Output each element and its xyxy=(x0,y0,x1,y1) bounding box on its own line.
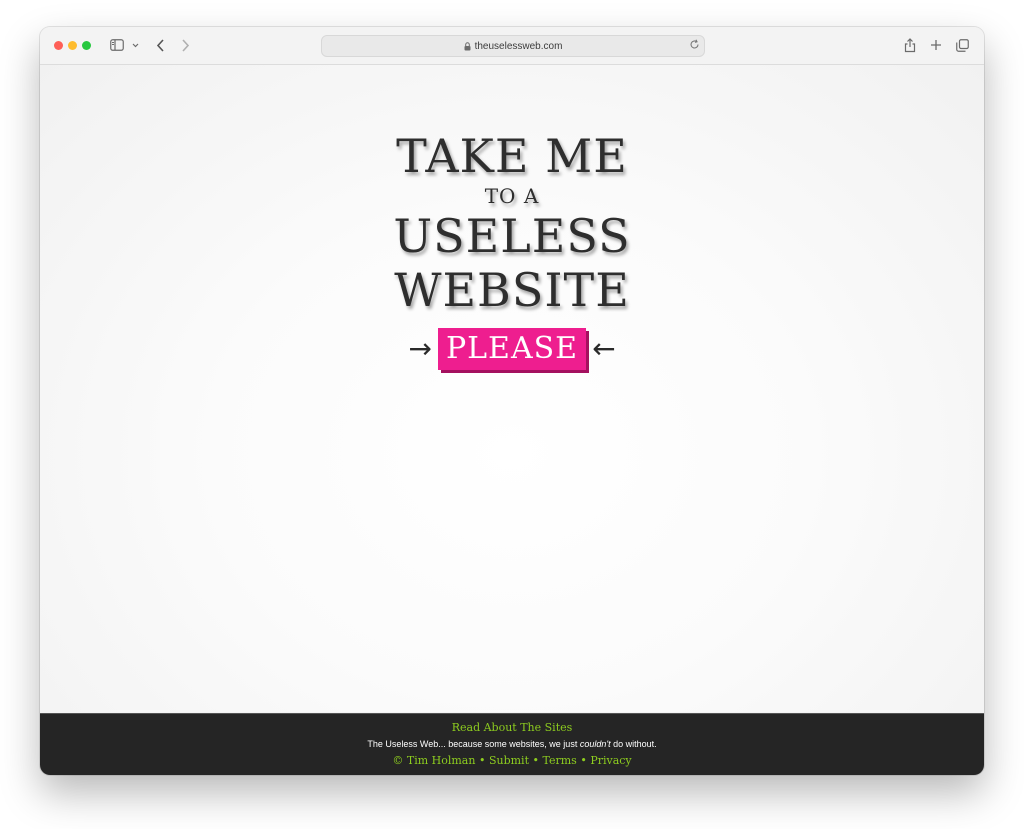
tagline-emphasis: couldn't xyxy=(579,739,611,749)
minimize-window-button[interactable] xyxy=(68,41,77,50)
address-bar-url: theuselessweb.com xyxy=(474,40,563,52)
hero-line-to-a: TO A xyxy=(484,184,540,208)
read-about-sites-link[interactable]: Read About The Sites xyxy=(40,721,984,734)
submit-link[interactable]: Submit xyxy=(489,754,529,767)
page-content: TAKE ME TO A USELESS WEBSITE → PLEASE ← xyxy=(40,65,984,712)
right-arrow-icon: → xyxy=(408,332,432,365)
terms-link[interactable]: Terms xyxy=(542,754,576,767)
lock-icon xyxy=(464,41,471,51)
tab-overview-icon[interactable] xyxy=(956,36,969,54)
close-window-button[interactable] xyxy=(54,41,63,50)
footer-links: © Tim Holman • Submit • Terms • Privacy xyxy=(40,754,984,767)
hero-title: TAKE ME TO A USELESS WEBSITE xyxy=(40,129,984,317)
footer-tagline: The Useless Web... because some websites… xyxy=(40,739,984,750)
browser-window: theuselessweb.com TAKE ME TO A USELESS W… xyxy=(40,27,984,775)
left-arrow-icon: ← xyxy=(592,332,616,365)
author-link[interactable]: © Tim Holman xyxy=(392,754,475,767)
tagline-suffix: do without. xyxy=(610,739,657,749)
footer-separator: • xyxy=(478,754,486,767)
hero-line-useless: USELESS xyxy=(393,209,631,263)
reload-icon[interactable] xyxy=(689,39,700,50)
hero-line-take-me: TAKE ME xyxy=(396,129,628,183)
maximize-window-button[interactable] xyxy=(82,41,91,50)
privacy-link[interactable]: Privacy xyxy=(590,754,631,767)
browser-toolbar: theuselessweb.com xyxy=(40,27,984,65)
sidebar-icon[interactable] xyxy=(110,36,124,54)
share-icon[interactable] xyxy=(904,36,916,54)
forward-arrow-icon[interactable] xyxy=(181,36,190,54)
footer-separator: • xyxy=(580,754,587,767)
please-button[interactable]: PLEASE xyxy=(437,328,587,370)
plus-icon[interactable] xyxy=(930,36,942,54)
chevron-down-icon[interactable] xyxy=(132,36,139,54)
please-row: → PLEASE ← xyxy=(40,327,984,371)
footer-separator: • xyxy=(532,754,539,767)
hero-line-website: WEBSITE xyxy=(394,263,630,317)
tagline-prefix: The Useless Web... because some websites… xyxy=(367,739,580,749)
address-bar[interactable]: theuselessweb.com xyxy=(321,35,705,57)
back-arrow-icon[interactable] xyxy=(156,36,165,54)
page-footer: Read About The Sites The Useless Web... … xyxy=(40,713,984,775)
